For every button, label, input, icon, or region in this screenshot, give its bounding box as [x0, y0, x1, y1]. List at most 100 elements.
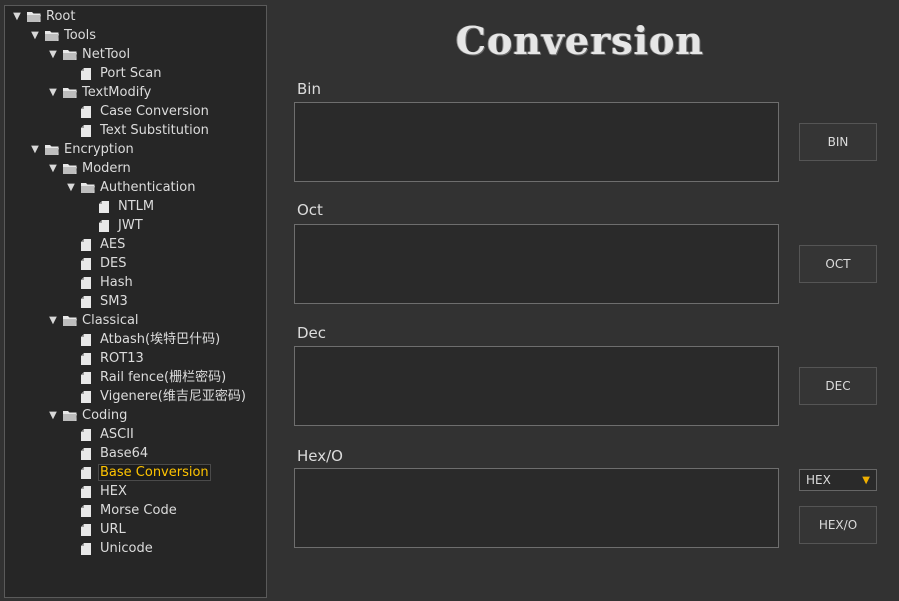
tree-item-label: Root — [46, 9, 76, 24]
tree-item-label: NetTool — [82, 47, 131, 62]
navigation-tree[interactable]: ▼ Root ▼ Tools ▼ NetTool Port Scan ▼ TextModify C… — [4, 5, 267, 598]
folder-open-icon — [44, 140, 62, 159]
hexo-button[interactable]: HEX/O — [799, 506, 877, 544]
tree-folder[interactable]: ▼ NetTool — [44, 45, 132, 64]
tree-folder[interactable]: ▼ Tools — [26, 26, 98, 45]
tree-item[interactable]: ROT13 — [62, 349, 146, 368]
tree-item[interactable]: Base Conversion — [62, 463, 211, 482]
hex-input[interactable] — [294, 468, 779, 548]
bin-button[interactable]: BIN — [799, 123, 877, 161]
tree-item[interactable]: Case Conversion — [62, 102, 211, 121]
tree-item-label: HEX — [100, 484, 127, 499]
expand-arrow-icon[interactable]: ▼ — [44, 45, 62, 64]
tree-item[interactable]: Rail fence(栅栏密码) — [62, 368, 228, 387]
dec-input[interactable] — [294, 346, 779, 426]
hex-mode-select-value: HEX — [806, 473, 831, 487]
tree-item-label: Encryption — [64, 142, 134, 157]
tree-item[interactable]: DES — [62, 254, 128, 273]
tree-item-label: Tools — [64, 28, 97, 43]
tree-item-label: Authentication — [100, 180, 196, 195]
tree-folder[interactable]: ▼ Coding — [44, 406, 129, 425]
tree-item-label: Text Substitution — [100, 123, 209, 138]
tree-item[interactable]: Base64 — [62, 444, 150, 463]
tree-item[interactable]: NTLM — [80, 197, 156, 216]
bin-input[interactable] — [294, 102, 779, 182]
tree-folder[interactable]: ▼ Modern — [44, 159, 133, 178]
bin-label: Bin — [297, 80, 321, 98]
tree-item-label: AES — [100, 237, 126, 252]
tree-item[interactable]: SM3 — [62, 292, 130, 311]
tree-item-label: Base Conversion — [98, 464, 211, 481]
expand-arrow-icon[interactable]: ▼ — [44, 83, 62, 102]
tree-item[interactable]: Morse Code — [62, 501, 179, 520]
tree-item[interactable]: Atbash(埃特巴什码) — [62, 330, 222, 349]
expand-arrow-icon[interactable]: ▼ — [8, 7, 26, 26]
file-icon — [98, 216, 116, 235]
dec-button[interactable]: DEC — [799, 367, 877, 405]
tree-folder[interactable]: ▼ TextModify — [44, 83, 153, 102]
tree-item-label: URL — [100, 522, 126, 537]
hex-mode-select[interactable]: HEX ▼ — [799, 469, 877, 491]
file-icon — [80, 102, 98, 121]
tree-item-label: Case Conversion — [100, 104, 209, 119]
file-icon — [80, 425, 98, 444]
file-icon — [80, 501, 98, 520]
tree-item[interactable]: Unicode — [62, 539, 155, 558]
file-icon — [80, 292, 98, 311]
tree-item-label: Rail fence(栅栏密码) — [100, 370, 227, 385]
file-icon — [80, 463, 98, 482]
expand-arrow-icon[interactable]: ▼ — [26, 140, 44, 159]
expand-arrow-icon[interactable]: ▼ — [26, 26, 44, 45]
oct-button[interactable]: OCT — [799, 245, 877, 283]
app-window: ▼ Root ▼ Tools ▼ NetTool Port Scan ▼ TextModify C… — [0, 0, 899, 601]
tree-item[interactable]: JWT — [80, 216, 145, 235]
tree-item-label: TextModify — [82, 85, 152, 100]
tree-item[interactable]: Text Substitution — [62, 121, 211, 140]
file-icon — [80, 121, 98, 140]
tree-folder[interactable]: ▼ Encryption — [26, 140, 136, 159]
expand-arrow-icon[interactable]: ▼ — [44, 159, 62, 178]
tree-item-label: Unicode — [100, 541, 153, 556]
folder-open-icon — [62, 406, 80, 425]
tree-item[interactable]: Hash — [62, 273, 135, 292]
tree-item[interactable]: Port Scan — [62, 64, 164, 83]
expand-arrow-icon[interactable]: ▼ — [62, 178, 80, 197]
folder-open-icon — [44, 26, 62, 45]
tree-folder[interactable]: ▼ Authentication — [62, 178, 197, 197]
tree-item[interactable]: HEX — [62, 482, 129, 501]
tree-item[interactable]: ASCII — [62, 425, 136, 444]
file-icon — [80, 254, 98, 273]
tree-item-label: ROT13 — [100, 351, 144, 366]
tree-item[interactable]: AES — [62, 235, 127, 254]
tree-item[interactable]: URL — [62, 520, 128, 539]
expand-arrow-icon[interactable]: ▼ — [44, 311, 62, 330]
oct-input[interactable] — [294, 224, 779, 304]
file-icon — [80, 387, 98, 406]
folder-open-icon — [62, 83, 80, 102]
tree-item-label: DES — [100, 256, 127, 271]
file-icon — [98, 197, 116, 216]
hex-label: Hex/O — [297, 447, 343, 465]
tree-item-label: Modern — [82, 161, 131, 176]
tree-item[interactable]: Vigenere(维吉尼亚密码) — [62, 387, 248, 406]
tree-folder[interactable]: ▼ Classical — [44, 311, 141, 330]
tree-folder[interactable]: ▼ Root — [8, 7, 77, 26]
dec-label: Dec — [297, 324, 327, 342]
file-icon — [80, 539, 98, 558]
file-icon — [80, 444, 98, 463]
tree-item-label: NTLM — [118, 199, 155, 214]
expand-arrow-icon[interactable]: ▼ — [44, 406, 62, 425]
